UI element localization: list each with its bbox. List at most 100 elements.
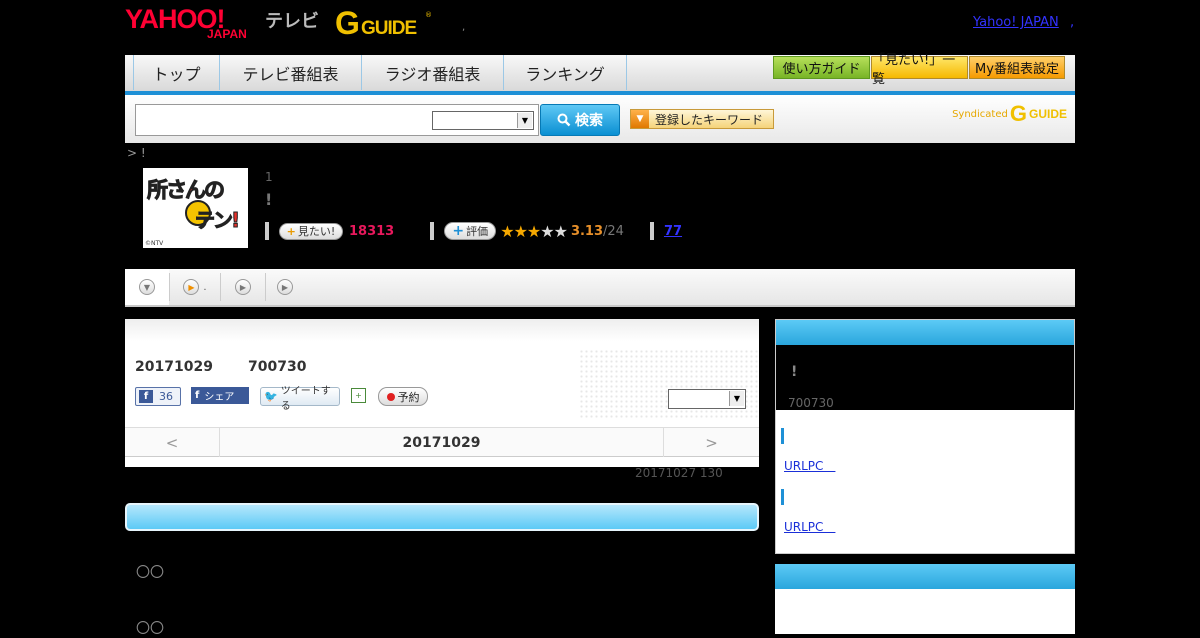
section-marker — [781, 489, 784, 505]
nav-tab-radio-schedule[interactable]: ラジオ番組表 — [361, 55, 503, 90]
nav-tab-tv-schedule[interactable]: テレビ番組表 — [219, 55, 361, 90]
thumbnail-copyright: ©NTV — [145, 240, 164, 247]
play-icon: ▶ — [183, 279, 200, 295]
breadcrumb[interactable]: > ! — [127, 146, 146, 160]
sidebar-box: ! 700730 URLPC URLPC — [775, 319, 1075, 554]
facebook-like-button[interactable]: f 36 — [135, 387, 181, 406]
sidebar-time: 700730 — [788, 396, 834, 410]
facebook-icon: f — [195, 390, 200, 401]
rate-button[interactable]: + 評価 — [444, 222, 497, 240]
want-to-watch-list-button[interactable]: 「見たい!」一覧 — [871, 53, 968, 87]
calendar-add-icon[interactable]: + — [351, 388, 366, 403]
star-filled-icon: ★ — [513, 221, 528, 241]
search-icon — [557, 113, 571, 127]
program-title: ! — [265, 190, 273, 209]
section-marker — [781, 428, 784, 444]
star-empty-icon: ★ — [540, 221, 554, 241]
content-text: 〇〇 — [136, 621, 164, 637]
tweet-label: ツイートする — [280, 385, 331, 412]
chevron-down-icon: ▼ — [729, 391, 744, 406]
program-stats: + 見たい! 18313 + 評価 ★★★★★ 3.13 /24 77 — [265, 221, 682, 241]
facebook-share-label: シェア — [204, 392, 235, 403]
gguide-logo-g: G — [335, 5, 360, 41]
yahoo-link-suffix: , — [1070, 15, 1075, 30]
sidebar-box-2 — [775, 564, 1075, 634]
gguide-logo[interactable]: G GUIDE ® — [335, 7, 435, 41]
facebook-icon: f — [139, 390, 153, 403]
star-filled-icon: ★ — [500, 221, 514, 241]
sidebar-box-header — [776, 320, 1074, 345]
sidebar-title: ! — [791, 364, 798, 380]
rate-label: 評価 — [466, 225, 489, 238]
guide-buttons: 使い方ガイド 「見たい!」一覧 My番組表設定 — [773, 53, 1065, 87]
sidebar-box-2-header — [775, 564, 1075, 589]
registered-keywords-button[interactable]: ▼ 登録したキーワード — [630, 109, 774, 129]
episode-number: 1 — [265, 170, 273, 184]
tab-related[interactable]: ▶ — [266, 269, 304, 305]
program-logo-text: 所さんの — [147, 178, 226, 203]
gguide-logo-text: GUIDE — [361, 18, 417, 39]
prev-date-button[interactable]: < — [125, 428, 220, 457]
want-to-watch-count: 18313 — [349, 223, 395, 239]
my-schedule-settings-button[interactable]: My番組表設定 — [969, 56, 1065, 79]
twitter-bird-icon: 🐦 — [264, 390, 278, 403]
nav-tabs: トップ テレビ番組表 ラジオ番組表 ランキング — [133, 55, 627, 91]
how-to-guide-button[interactable]: 使い方ガイド — [773, 56, 870, 79]
record-icon — [386, 392, 395, 401]
play-icon: ▶ — [277, 279, 293, 295]
syndicated-text: Syndicated — [952, 108, 1008, 120]
rating-stars: ★★★★★ — [500, 221, 568, 241]
tab-program-info[interactable]: ▼ — [125, 269, 169, 305]
star-empty-icon: ★ — [553, 221, 568, 241]
sidebar-url-link[interactable]: URLPC — [784, 518, 835, 535]
want-to-watch-label: 見たい! — [297, 225, 336, 238]
sidebar-url-link[interactable]: URLPC — [784, 457, 835, 474]
syndicated-logo-text: GUIDE — [1028, 107, 1067, 121]
plus-icon: + — [452, 223, 465, 239]
reserve-label: 予約 — [397, 390, 420, 404]
tweet-button[interactable]: 🐦 ツイートする — [260, 386, 340, 412]
chevron-down-icon: ▼ — [139, 279, 155, 295]
search-category-select[interactable]: ▼ — [432, 111, 534, 130]
program-thumbnail: 所さんの テン! ©NTV — [143, 168, 248, 248]
play-icon: ▶ — [235, 279, 251, 295]
tab-episodes-label: . — [203, 281, 207, 293]
dropdown-arrow-icon: ▼ — [631, 110, 649, 128]
yahoo-logo-sub: JAPAN — [207, 27, 247, 41]
star-filled-icon: ★ — [526, 221, 541, 241]
section-header-bar — [125, 503, 759, 531]
facebook-share-button[interactable]: f シェア — [191, 387, 249, 404]
search-bar: ▼ 検索 ▼ 登録したキーワード Syndicated G GUIDE — [125, 95, 1075, 143]
update-info: 20171027 130 — [635, 466, 723, 480]
content-text: 〇〇 — [136, 565, 164, 581]
yahoo-japan-link[interactable]: Yahoo! JAPAN — [973, 15, 1059, 30]
plus-icon: + — [286, 224, 296, 238]
chevron-down-icon: ▼ — [517, 113, 532, 128]
panel-select[interactable]: ▼ — [668, 389, 746, 409]
main-navigation: トップ テレビ番組表 ラジオ番組表 ランキング 使い方ガイド 「見たい!」一覧 … — [125, 53, 1075, 95]
rating-value: 3.13 — [570, 223, 604, 239]
facebook-like-count: 36 — [159, 390, 173, 403]
reserve-button[interactable]: 予約 — [378, 387, 428, 406]
yahoo-japan-logo[interactable]: YAHOO! JAPAN — [125, 5, 265, 41]
nav-tab-ranking[interactable]: ランキング — [503, 55, 627, 90]
airing-panel: 20171029 700730 f 36 f シェア 🐦 ツイートする + 予約… — [125, 319, 759, 467]
search-button-label: 検索 — [575, 113, 603, 129]
current-date: 20171029 — [402, 434, 481, 451]
divider — [430, 222, 435, 240]
next-date-button[interactable]: > — [663, 428, 759, 457]
program-tab-strip: ▼ ▶ . ▶ ▶ — [125, 269, 1075, 307]
search-button[interactable]: 検索 — [540, 104, 620, 136]
tab-reviews[interactable]: ▶ — [221, 269, 265, 305]
program-logo-text-2: テン! — [194, 208, 240, 233]
registered-keywords-label: 登録したキーワード — [655, 112, 764, 127]
header-separator: , — [462, 22, 466, 33]
want-to-watch-button[interactable]: + 見たい! — [279, 222, 343, 240]
syndicated-gguide-logo: Syndicated G GUIDE — [952, 103, 1067, 125]
nav-tab-top[interactable]: トップ — [133, 55, 219, 90]
tab-episodes[interactable]: ▶ . — [170, 269, 220, 305]
divider — [649, 222, 654, 240]
rating-count: /24 — [603, 223, 624, 239]
tv-label: テレビ — [265, 11, 319, 32]
reviews-link[interactable]: 77 — [664, 224, 682, 239]
